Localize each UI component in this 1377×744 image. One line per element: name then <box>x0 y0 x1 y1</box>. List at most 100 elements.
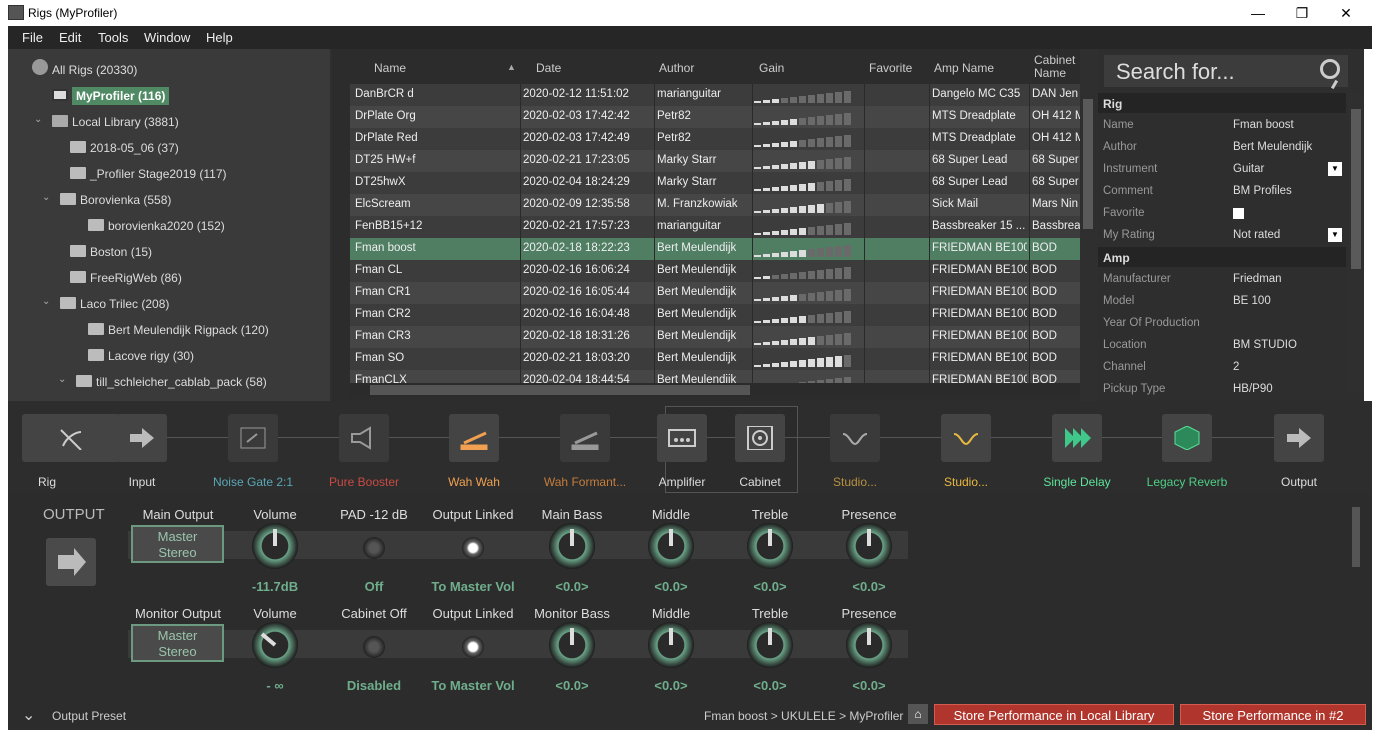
output-scroll-thumb[interactable] <box>1352 507 1360 567</box>
knob[interactable] <box>648 622 694 668</box>
chain-block[interactable] <box>735 414 785 462</box>
tree-node[interactable]: MyProfiler (116) <box>52 85 170 107</box>
output-linked-toggle[interactable] <box>462 636 484 658</box>
props-scroll-thumb[interactable] <box>1351 109 1361 269</box>
tree-node[interactable]: Local Library (3881) <box>52 111 179 133</box>
table-row[interactable]: Fman CR2 2020-02-16 16:04:48 Bert Meulendi… <box>350 304 1080 326</box>
property-value[interactable]: Not rated <box>1233 229 1280 241</box>
knob[interactable] <box>549 523 595 569</box>
grid-scroll-thumb[interactable] <box>1083 99 1093 229</box>
output-scrollbar[interactable] <box>1350 503 1362 693</box>
property-value[interactable]: Friedman <box>1233 273 1282 285</box>
expand-toggle-icon[interactable]: ⌄ <box>42 296 50 307</box>
grid-hscrollbar[interactable] <box>350 383 1080 397</box>
search-input[interactable]: Search for... <box>1116 59 1235 84</box>
property-value[interactable]: BM STUDIO <box>1233 339 1297 351</box>
table-row[interactable]: ElcScream 2020-02-09 12:35:58 M. Franzkowi… <box>350 194 1080 216</box>
grid-hscroll-thumb[interactable] <box>370 385 750 395</box>
menu-edit[interactable]: Edit <box>59 30 81 45</box>
master-stereo-button[interactable]: Master Stereo <box>131 624 224 662</box>
chain-block[interactable] <box>1274 414 1324 462</box>
table-row[interactable]: DrPlate Red 2020-02-03 17:42:49 Petr82 MTS … <box>350 128 1080 150</box>
expand-toggle-icon[interactable]: ⌄ <box>34 114 42 125</box>
tree-node[interactable]: Borovienka (558) <box>60 189 171 211</box>
chain-block[interactable] <box>117 414 167 462</box>
col-author[interactable]: Author <box>659 61 694 75</box>
table-row[interactable]: DrPlate Org 2020-02-03 17:42:42 Petr82 MTS … <box>350 106 1080 128</box>
dropdown-arrow-icon[interactable]: ▼ <box>1328 228 1342 242</box>
chain-block[interactable] <box>941 414 991 462</box>
knob[interactable] <box>252 523 298 569</box>
store-performance-button[interactable]: Store Performance in #2 <box>1180 704 1366 725</box>
table-row[interactable]: Fman boost 2020-02-18 18:22:23 Bert Meulen… <box>350 238 1080 260</box>
expand-toggle-icon[interactable]: ⌄ <box>42 192 50 203</box>
output-preset-label[interactable]: Output Preset <box>52 709 126 723</box>
knob[interactable] <box>648 523 694 569</box>
tree-node[interactable]: Laco Trilec (208) <box>60 293 169 315</box>
table-row[interactable]: Fman CL 2020-02-16 16:06:24 Bert Meulendij… <box>350 260 1080 282</box>
col-date[interactable]: Date <box>536 61 561 75</box>
output-linked-toggle[interactable] <box>462 537 484 559</box>
chain-block[interactable] <box>228 414 278 462</box>
knob[interactable] <box>846 622 892 668</box>
property-value[interactable]: BM Profiles <box>1233 185 1292 197</box>
dropdown-arrow-icon[interactable]: ▼ <box>1328 162 1342 176</box>
tree-node[interactable]: Lacove rigy (30) <box>88 345 194 367</box>
close-button[interactable]: ✕ <box>1323 3 1369 23</box>
chain-block[interactable] <box>22 414 120 462</box>
chain-block[interactable] <box>830 414 880 462</box>
master-stereo-button[interactable]: Master Stereo <box>131 525 224 563</box>
pad-toggle[interactable] <box>363 537 385 559</box>
property-value[interactable]: BE 100 <box>1233 295 1271 307</box>
table-row[interactable]: Fman CR3 2020-02-18 18:31:26 Bert Meulendi… <box>350 326 1080 348</box>
minimize-button[interactable]: — <box>1235 3 1281 23</box>
property-value[interactable]: Fman boost <box>1233 119 1294 131</box>
col-gain[interactable]: Gain <box>759 61 784 75</box>
property-value[interactable]: Bert Meulendijk <box>1233 141 1312 153</box>
favorite-checkbox[interactable] <box>1233 208 1244 219</box>
col-name[interactable]: Name <box>374 61 406 75</box>
table-row[interactable]: DanBrCR d 2020-02-12 11:51:02 marianguitar… <box>350 84 1080 106</box>
knob[interactable] <box>747 622 793 668</box>
knob[interactable] <box>747 523 793 569</box>
grid-scrollbar[interactable] <box>1080 49 1098 401</box>
table-row[interactable]: FenBB15+12 2020-02-21 17:57:23 marianguita… <box>350 216 1080 238</box>
knob[interactable] <box>252 622 298 668</box>
property-value[interactable]: 2 <box>1233 361 1239 373</box>
store-local-button[interactable]: Store Performance in Local Library <box>934 704 1174 725</box>
col-favorite[interactable]: Favorite <box>869 61 912 75</box>
property-value[interactable]: Guitar <box>1233 163 1264 175</box>
expand-toggle-icon[interactable]: ⌄ <box>58 374 66 385</box>
menu-file[interactable]: File <box>22 30 43 45</box>
chain-block[interactable] <box>1162 414 1212 462</box>
menu-tools[interactable]: Tools <box>98 30 128 45</box>
tree-node[interactable]: _Profiler Stage2019 (117) <box>70 163 227 185</box>
tree-node[interactable]: 2018-05_06 (37) <box>70 137 179 159</box>
maximize-button[interactable]: ❐ <box>1279 3 1325 23</box>
table-row[interactable]: DT25 HW+f 2020-02-21 17:23:05 Marky Starr 6… <box>350 150 1080 172</box>
chain-block[interactable] <box>449 414 499 462</box>
tree-node[interactable]: Bert Meulendijk Rigpack (120) <box>88 319 269 341</box>
col-amp-name[interactable]: Amp Name <box>934 61 994 75</box>
search-box[interactable]: Search for... <box>1104 55 1348 87</box>
table-row[interactable]: Fman CR1 2020-02-16 16:05:44 Bert Meulendi… <box>350 282 1080 304</box>
table-row[interactable]: DT25hwX 2020-02-04 18:24:29 Marky Starr 68 … <box>350 172 1080 194</box>
chain-block[interactable] <box>657 414 707 462</box>
tree-node[interactable]: FreeRigWeb (86) <box>70 267 182 289</box>
table-row[interactable]: Fman SO 2020-02-21 18:03:20 Bert Meulendij… <box>350 348 1080 370</box>
chain-block[interactable] <box>1052 414 1102 462</box>
tree-node[interactable]: borovienka2020 (152) <box>88 215 225 237</box>
cabinet-off-toggle[interactable] <box>363 636 385 658</box>
menu-help[interactable]: Help <box>206 30 233 45</box>
knob[interactable] <box>846 523 892 569</box>
chevron-down-icon[interactable]: ⌄ <box>22 705 35 725</box>
props-scrollbar[interactable] <box>1348 93 1364 391</box>
property-value[interactable]: HB/P90 <box>1233 383 1273 395</box>
menu-window[interactable]: Window <box>144 30 190 45</box>
tree-node[interactable]: Boston (15) <box>70 241 152 263</box>
search-icon[interactable] <box>1320 59 1340 79</box>
tree-node[interactable]: All Rigs (20330) <box>32 59 137 81</box>
col-cabinet-name[interactable]: Cabinet Name <box>1034 54 1078 80</box>
chain-block[interactable] <box>560 414 610 462</box>
tree-node[interactable]: till_schleicher_cablab_pack (58) <box>76 371 267 393</box>
